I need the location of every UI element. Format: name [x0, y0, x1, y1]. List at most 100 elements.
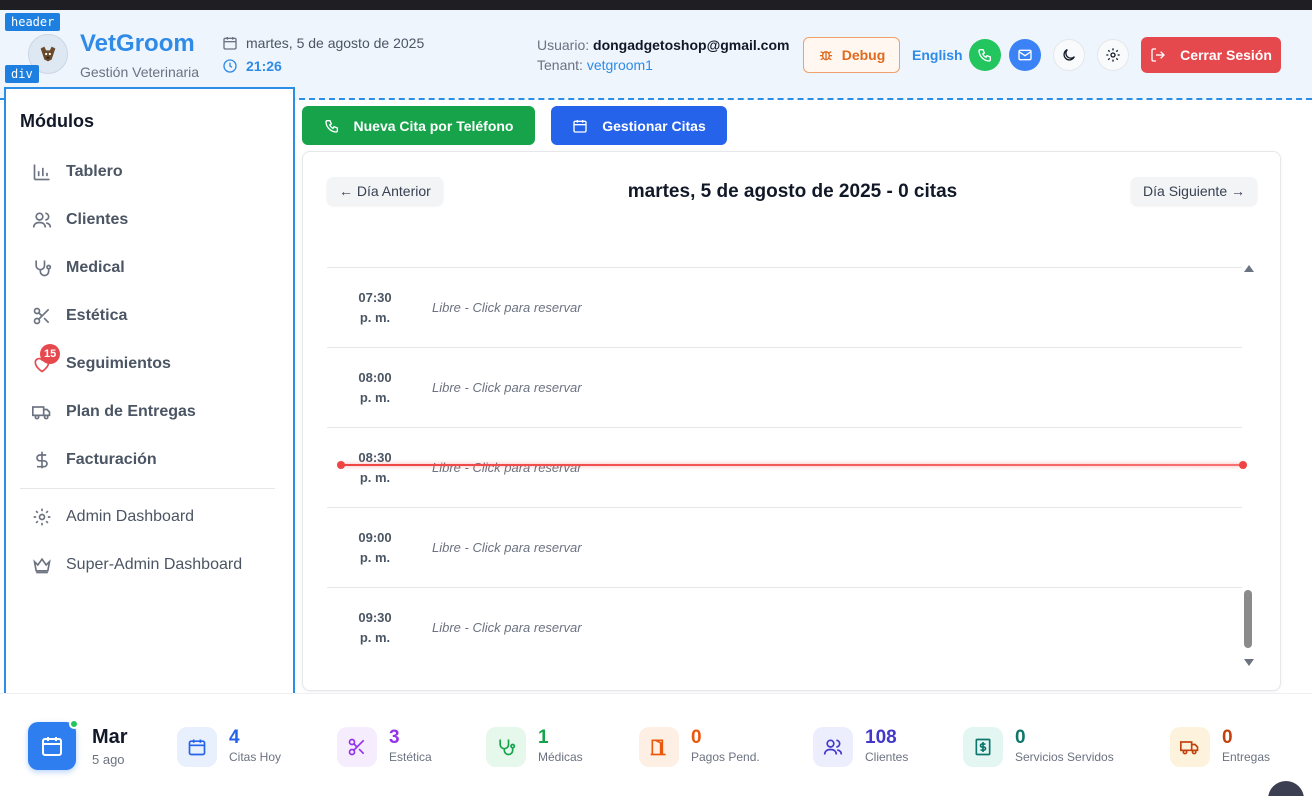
- today-weekday: Mar: [92, 726, 128, 748]
- calendar-icon: [573, 119, 587, 133]
- brand-name[interactable]: VetGroom: [80, 30, 195, 58]
- phone-icon: [324, 119, 338, 133]
- time-slot-list[interactable]: 07:30 p. m. Libre - Click para reservar 0…: [327, 267, 1242, 667]
- email-button[interactable]: [1009, 39, 1041, 71]
- stat-estetica[interactable]: 3 Estética: [337, 727, 432, 767]
- next-day-button[interactable]: Día Siguiente →: [1131, 177, 1257, 205]
- slot-status[interactable]: Libre - Click para reservar: [432, 540, 582, 555]
- sidebar-item-label: Medical: [66, 259, 125, 276]
- stat-label: Médicas: [538, 750, 583, 764]
- new-phone-appointment-button[interactable]: Nueva Cita por Teléfono: [302, 106, 535, 145]
- stat-medicas[interactable]: 1 Médicas: [486, 727, 583, 767]
- manage-appointments-button[interactable]: Gestionar Citas: [551, 106, 727, 145]
- scroll-up-arrow-icon[interactable]: [1244, 265, 1254, 272]
- slot-status[interactable]: Libre - Click para reservar: [432, 380, 582, 395]
- sidebar-item-clientes[interactable]: Clientes: [30, 206, 128, 234]
- devtools-header-tag: header: [5, 13, 61, 31]
- crown-icon: [30, 553, 54, 577]
- sidebar-item-seguimientos[interactable]: 15 Seguimientos: [30, 344, 171, 378]
- stat-entregas[interactable]: 0 Entregas: [1170, 727, 1270, 767]
- sidebar-item-super-admin-dashboard[interactable]: Super-Admin Dashboard: [30, 551, 242, 579]
- slot-time: 07:30 p. m.: [358, 290, 392, 325]
- sidebar-item-facturacion[interactable]: Facturación: [30, 446, 157, 474]
- scroll-down-arrow-icon[interactable]: [1244, 659, 1254, 666]
- settings-button[interactable]: [1097, 39, 1129, 71]
- sidebar-item-label: Plan de Entregas: [66, 403, 196, 420]
- sidebar-title: Módulos: [20, 111, 94, 131]
- time-slot[interactable]: 09:00 p. m. Libre - Click para reservar: [327, 508, 1242, 588]
- slot-status[interactable]: Libre - Click para reservar: [432, 620, 582, 635]
- slots-scrollbar[interactable]: [1243, 263, 1255, 668]
- sidebar-item-tablero[interactable]: Tablero: [30, 158, 123, 186]
- tenant-label: Tenant:: [537, 57, 583, 73]
- online-status-dot: [69, 719, 79, 729]
- logout-button[interactable]: Cerrar Sesión: [1141, 37, 1281, 73]
- slot-status[interactable]: Libre - Click para reservar: [432, 300, 582, 315]
- stat-value: 0: [1015, 727, 1026, 748]
- header-date-text: martes, 5 de agosto de 2025: [246, 35, 425, 51]
- users-icon: [30, 208, 54, 232]
- door-icon: [639, 727, 679, 767]
- theme-toggle-button[interactable]: [1053, 39, 1085, 71]
- sidebar-item-label: Super-Admin Dashboard: [66, 556, 243, 573]
- clock-icon: [223, 59, 237, 73]
- bar-chart-icon: [30, 160, 54, 184]
- sidebar-item-label: Admin Dashboard: [66, 508, 195, 525]
- sidebar-item-label: Tablero: [66, 163, 123, 180]
- sidebar-item-label: Seguimientos: [66, 355, 171, 372]
- current-time-indicator: [337, 461, 1247, 469]
- current-time-dot-left: [337, 461, 345, 469]
- time-slot[interactable]: 09:30 p. m. Libre - Click para reservar: [327, 588, 1242, 667]
- stat-label: Estética: [389, 750, 432, 764]
- day-calendar-card: ← Día Anterior martes, 5 de agosto de 20…: [302, 151, 1281, 691]
- debug-button[interactable]: Debug: [803, 37, 900, 73]
- scrollbar-thumb[interactable]: [1244, 590, 1252, 648]
- stat-value: 3: [389, 727, 400, 748]
- brand-subtitle: Gestión Veterinaria: [80, 64, 200, 80]
- gear-icon: [1106, 48, 1120, 62]
- slot-time: 08:00 p. m.: [358, 370, 392, 405]
- stat-value: 0: [691, 727, 702, 748]
- tenant-info: Tenant: vetgroom1: [537, 57, 653, 73]
- logout-icon: [1151, 48, 1166, 62]
- stat-value: 0: [1222, 727, 1233, 748]
- bug-icon: [819, 51, 832, 61]
- truck-icon: [1170, 727, 1210, 767]
- manage-appointments-label: Gestionar Citas: [602, 117, 706, 134]
- stat-value: 1: [538, 727, 549, 748]
- calendar-icon: [177, 727, 217, 767]
- dog-logo-icon: [40, 46, 56, 62]
- devtools-div-tag: div: [5, 65, 39, 83]
- sidebar-item-label: Clientes: [66, 211, 129, 228]
- time-slot[interactable]: 07:30 p. m. Libre - Click para reservar: [327, 268, 1242, 348]
- header-time: 21:26: [222, 58, 282, 74]
- gear-icon: [30, 505, 54, 529]
- notification-badge: 15: [40, 344, 61, 364]
- stat-label: Clientes: [865, 750, 909, 764]
- stat-servicios-servidos[interactable]: 0 Servicios Servidos: [963, 727, 1114, 767]
- stat-citas-hoy[interactable]: 4 Citas Hoy: [177, 727, 281, 767]
- user-info: Usuario: dongadgetoshop@gmail.com: [537, 37, 789, 53]
- sidebar-item-medical[interactable]: Medical: [30, 254, 125, 282]
- stat-value: 4: [229, 727, 240, 748]
- sidebar-item-admin-dashboard[interactable]: Admin Dashboard: [30, 503, 194, 531]
- phone-icon: [978, 49, 991, 62]
- scissors-icon: [30, 304, 54, 328]
- stethoscope-icon: [30, 256, 54, 280]
- stat-clientes[interactable]: 108 Clientes: [813, 727, 908, 767]
- phone-button[interactable]: [969, 39, 1001, 71]
- scissors-icon: [337, 727, 377, 767]
- slot-status[interactable]: Libre - Click para reservar: [432, 460, 582, 475]
- stat-pagos-pendientes[interactable]: 0 Pagos Pend.: [639, 727, 760, 767]
- time-slot[interactable]: 08:30 p. m. Libre - Click para reservar: [327, 428, 1242, 508]
- language-toggle[interactable]: English: [912, 47, 963, 63]
- sidebar: Módulos Tablero Clientes Medical Estétic…: [4, 87, 295, 696]
- logout-label: Cerrar Sesión: [1180, 47, 1272, 63]
- sidebar-item-estetica[interactable]: Estética: [30, 302, 127, 330]
- debug-label: Debug: [841, 47, 886, 63]
- time-slot[interactable]: 08:00 p. m. Libre - Click para reservar: [327, 348, 1242, 428]
- stethoscope-icon: [486, 727, 526, 767]
- today-date: 5 ago: [92, 752, 125, 767]
- sidebar-item-plan-entregas[interactable]: Plan de Entregas: [30, 398, 196, 426]
- today-calendar-button[interactable]: [28, 722, 76, 770]
